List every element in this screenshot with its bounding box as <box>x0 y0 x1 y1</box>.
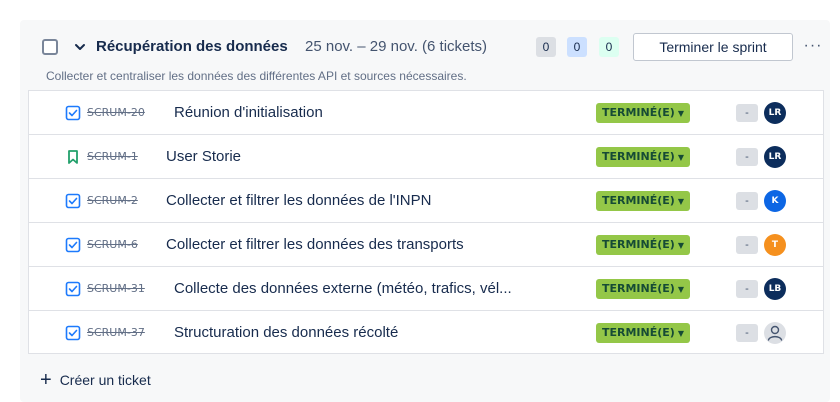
sprint-description: Collecter et centraliser les données des… <box>46 69 467 83</box>
ticket-key[interactable]: SCRUM-20 <box>87 106 145 119</box>
ticket-row[interactable]: SCRUM-31 Collecte des données externe (mé… <box>29 267 823 311</box>
ticket-title[interactable]: Collecter et filtrer les données des tra… <box>166 236 464 253</box>
status-dropdown[interactable]: TERMINÉ(E) ▼ <box>596 103 690 123</box>
ticket-key[interactable]: SCRUM-37 <box>87 326 145 339</box>
status-dropdown[interactable]: TERMINÉ(E) ▼ <box>596 235 690 255</box>
story-icon <box>65 149 81 165</box>
unassigned-user-icon <box>767 325 783 341</box>
story-points-badge[interactable]: - <box>736 148 758 166</box>
chevron-down-icon: ▼ <box>677 241 684 250</box>
status-label: TERMINÉ(E) <box>602 326 675 339</box>
done-count-badge: 0 <box>599 37 619 57</box>
chevron-down-icon: ▼ <box>677 109 684 118</box>
status-label: TERMINÉ(E) <box>602 282 675 295</box>
story-points-badge[interactable]: - <box>736 104 758 122</box>
story-points-badge[interactable]: - <box>736 324 758 342</box>
ticket-key[interactable]: SCRUM-1 <box>87 150 138 163</box>
assignee-avatar[interactable]: LR <box>764 102 786 124</box>
task-icon <box>65 325 81 341</box>
finish-sprint-button[interactable]: Terminer le sprint <box>633 33 793 61</box>
task-icon <box>65 281 81 297</box>
ticket-list: SCRUM-20 Réunion d'initialisation TERMINÉ(… <box>28 90 824 354</box>
assignee-avatar[interactable]: T <box>764 234 786 256</box>
create-ticket-label: Créer un ticket <box>59 372 151 388</box>
ticket-row[interactable]: SCRUM-1 User Storie TERMINÉ(E) ▼ - LR <box>29 135 823 179</box>
story-points-badge[interactable]: - <box>736 280 758 298</box>
in-progress-count-badge: 0 <box>567 37 587 57</box>
assignee-avatar[interactable] <box>764 322 786 344</box>
status-label: TERMINÉ(E) <box>602 194 675 207</box>
ticket-title[interactable]: Réunion d'initialisation <box>174 104 323 121</box>
sprint-select-checkbox[interactable] <box>42 39 58 55</box>
ticket-row[interactable]: SCRUM-37 Structuration des données récolt… <box>29 311 823 355</box>
ticket-title[interactable]: Structuration des données récolté <box>174 324 398 341</box>
task-icon <box>65 193 81 209</box>
status-dropdown[interactable]: TERMINÉ(E) ▼ <box>596 147 690 167</box>
chevron-down-icon: ▼ <box>677 285 684 294</box>
task-icon <box>65 237 81 253</box>
ticket-key[interactable]: SCRUM-31 <box>87 282 145 295</box>
chevron-down-icon: ▼ <box>677 197 684 206</box>
more-actions-icon[interactable]: ··· <box>801 33 825 61</box>
sprint-title[interactable]: Récupération des données <box>96 38 288 55</box>
ticket-title[interactable]: Collecte des données externe (météo, tra… <box>174 280 512 297</box>
sprint-dates: 25 nov. – 29 nov. (6 tickets) <box>305 38 488 55</box>
plus-icon: + <box>40 369 52 391</box>
ticket-row[interactable]: SCRUM-6 Collecter et filtrer les données … <box>29 223 823 267</box>
chevron-down-icon: ▼ <box>677 153 684 162</box>
chevron-down-icon[interactable] <box>70 37 90 57</box>
status-dropdown[interactable]: TERMINÉ(E) ▼ <box>596 191 690 211</box>
todo-count-badge: 0 <box>536 37 556 57</box>
assignee-avatar[interactable]: K <box>764 190 786 212</box>
ticket-title[interactable]: User Storie <box>166 148 241 165</box>
status-label: TERMINÉ(E) <box>602 238 675 251</box>
ticket-row[interactable]: SCRUM-20 Réunion d'initialisation TERMINÉ(… <box>29 91 823 135</box>
ticket-row[interactable]: SCRUM-2 Collecter et filtrer les données … <box>29 179 823 223</box>
ticket-title[interactable]: Collecter et filtrer les données de l'IN… <box>166 192 431 209</box>
story-points-badge[interactable]: - <box>736 192 758 210</box>
task-icon <box>65 105 81 121</box>
sprint-panel: Récupération des données 25 nov. – 29 no… <box>20 20 830 402</box>
ticket-key[interactable]: SCRUM-6 <box>87 238 138 251</box>
ticket-key[interactable]: SCRUM-2 <box>87 194 138 207</box>
status-dropdown[interactable]: TERMINÉ(E) ▼ <box>596 279 690 299</box>
status-label: TERMINÉ(E) <box>602 150 675 163</box>
create-ticket-button[interactable]: + Créer un ticket <box>40 370 151 390</box>
sprint-header: Récupération des données 25 nov. – 29 no… <box>20 20 830 90</box>
assignee-avatar[interactable]: LR <box>764 146 786 168</box>
status-label: TERMINÉ(E) <box>602 106 675 119</box>
chevron-down-icon: ▼ <box>677 329 684 338</box>
story-points-badge[interactable]: - <box>736 236 758 254</box>
assignee-avatar[interactable]: LB <box>764 278 786 300</box>
status-dropdown[interactable]: TERMINÉ(E) ▼ <box>596 323 690 343</box>
